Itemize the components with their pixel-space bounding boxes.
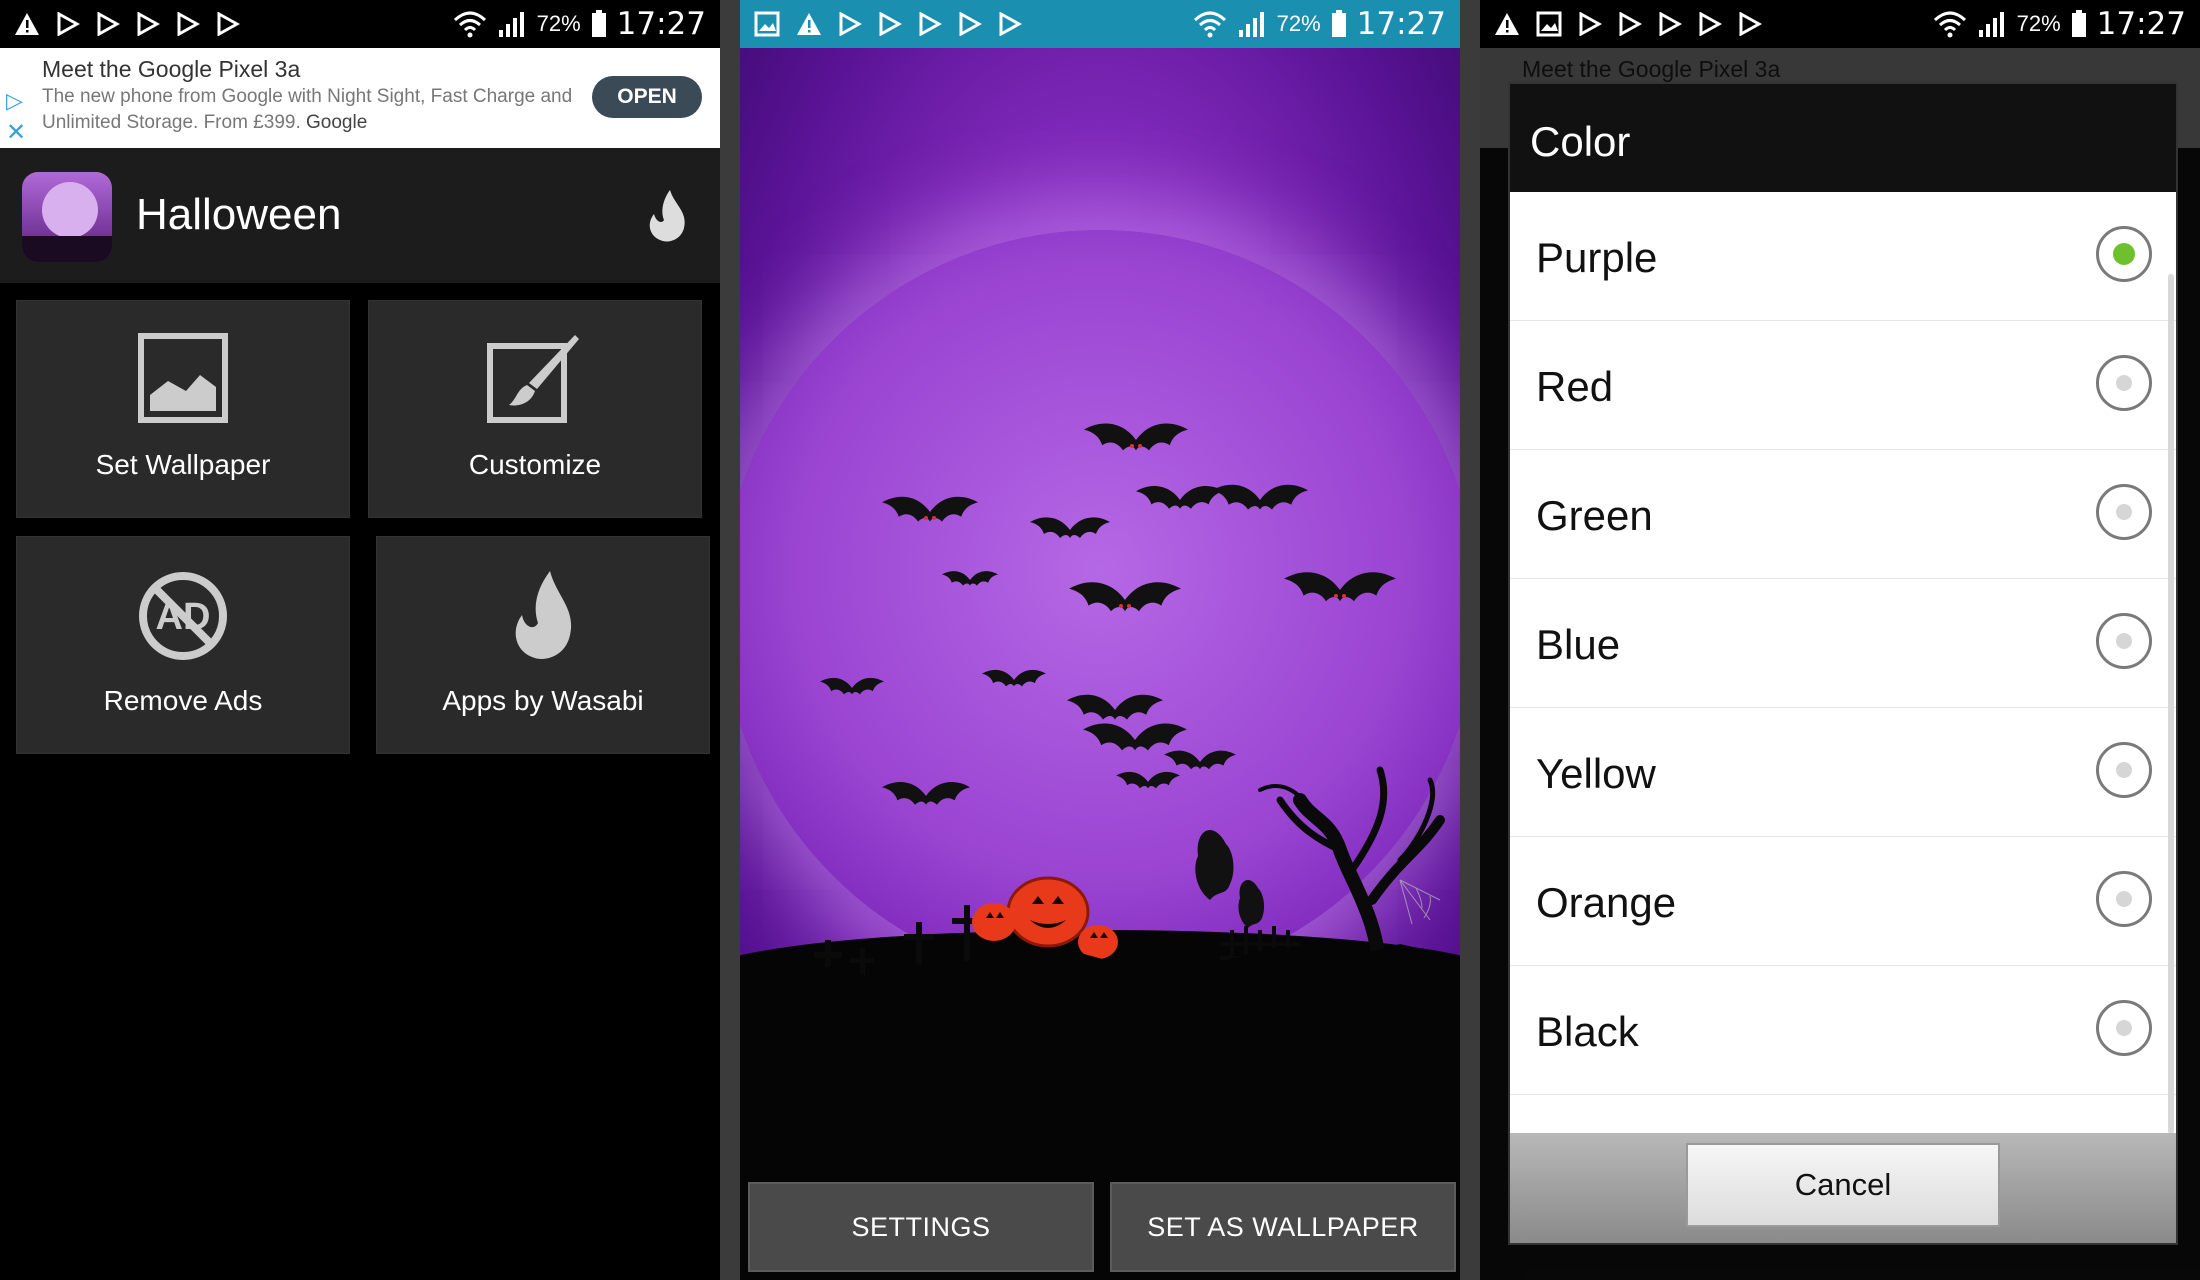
screenshot-triptych: 72% 17:27 ▷ ✕ Meet the Google Pixel 3a T… <box>0 0 2200 1280</box>
option-label: Blue <box>1536 621 1621 668</box>
color-option-green[interactable]: Green <box>1510 450 2176 579</box>
play-store-icon <box>217 12 240 36</box>
play-store-icon <box>177 12 200 36</box>
play-store-icon <box>1699 12 1722 36</box>
tile-label: Customize <box>468 449 602 480</box>
play-store-icon <box>1659 12 1682 36</box>
notification-icons <box>1494 11 1762 37</box>
play-store-icon <box>137 12 160 36</box>
wallpaper-preview-screen: 72% 17:27 SETTINGS SET AS WALLPAPER <box>740 0 1460 1280</box>
clock: 17:27 <box>616 6 706 42</box>
app-title: Halloween <box>136 190 342 239</box>
status-bar: 72% 17:27 <box>0 0 720 48</box>
option-label: Red <box>1536 363 1614 410</box>
color-option-yellow[interactable]: Yellow <box>1510 708 2176 837</box>
radio-selected-icon[interactable] <box>2096 226 2152 282</box>
status-bar: 72% 17:27 <box>1480 0 2200 48</box>
play-store-icon <box>1579 12 1602 36</box>
radio-icon[interactable] <box>2096 742 2152 798</box>
customize-tile[interactable]: Customize <box>368 300 702 518</box>
notification-icons <box>14 12 240 36</box>
tile-label: Set Wallpaper <box>95 449 271 480</box>
play-store-icon <box>97 12 120 36</box>
scrollbar[interactable] <box>2168 274 2174 1134</box>
tile-label: Remove Ads <box>103 685 263 716</box>
option-label: Black <box>1536 1008 1639 1055</box>
color-picker-screen: 72% 17:27 Meet the Google Pixel 3a Color… <box>1480 0 2200 1280</box>
battery-icon <box>591 10 606 37</box>
warning-icon <box>15 13 39 35</box>
ad-body: The new phone from Google with Night Sig… <box>42 86 573 133</box>
remove-ads-tile[interactable]: AD Remove Ads <box>16 536 350 754</box>
app-home-screen: 72% 17:27 ▷ ✕ Meet the Google Pixel 3a T… <box>0 0 720 1280</box>
apps-by-wasabi-tile[interactable]: Apps by Wasabi <box>376 536 710 754</box>
battery-percentage: 72% <box>2016 11 2061 36</box>
ad-choices-icon[interactable]: ▷ <box>6 88 23 114</box>
flame-icon[interactable] <box>644 188 690 244</box>
signal-icon <box>1978 12 2004 37</box>
battery-percentage: 72% <box>536 11 581 36</box>
picture-icon <box>138 333 228 423</box>
color-option-red[interactable]: Red <box>1510 321 2176 450</box>
graveyard-illustration <box>740 766 1460 1000</box>
radio-icon[interactable] <box>2096 1000 2152 1056</box>
color-option-orange[interactable]: Orange <box>1510 837 2176 966</box>
option-label: Orange <box>1536 879 1677 926</box>
color-dialog: Color Purple Red Green Blue Yellow Orang… <box>1508 82 2178 1245</box>
set-as-wallpaper-button[interactable]: SET AS WALLPAPER <box>1110 1182 1456 1272</box>
ad-title: Meet the Google Pixel 3a <box>42 56 301 82</box>
battery-icon <box>2071 10 2086 37</box>
option-label: Green <box>1536 492 1653 539</box>
radio-icon[interactable] <box>2096 484 2152 540</box>
flame-icon <box>515 571 572 659</box>
paintbrush-icon <box>487 335 579 423</box>
option-label: Purple <box>1536 234 1658 281</box>
image-icon <box>1536 11 1562 37</box>
play-store-icon <box>57 12 80 36</box>
play-store-icon <box>1739 12 1762 36</box>
color-option-black[interactable]: Black <box>1510 966 2176 1095</box>
close-icon[interactable]: ✕ <box>6 118 26 147</box>
color-option-purple[interactable]: Purple <box>1510 192 2176 321</box>
set-wallpaper-tile[interactable]: Set Wallpaper <box>16 300 350 518</box>
radio-icon[interactable] <box>2096 355 2152 411</box>
app-header: Halloween <box>0 148 720 283</box>
no-ads-icon: AD <box>139 572 227 660</box>
option-label: Yellow <box>1536 750 1656 797</box>
ad-brand: Google <box>306 112 368 133</box>
radio-icon[interactable] <box>2096 613 2152 669</box>
radio-icon[interactable] <box>2096 871 2152 927</box>
settings-button[interactable]: SETTINGS <box>748 1182 1094 1272</box>
color-options-list: Purple Red Green Blue Yellow Orange Blac… <box>1510 192 2176 1095</box>
wifi-icon <box>1933 11 1966 38</box>
warning-icon <box>1495 13 1519 35</box>
cancel-button[interactable]: Cancel <box>1686 1143 2000 1227</box>
clock: 17:27 <box>2096 6 2186 42</box>
app-logo <box>22 172 112 262</box>
ad-banner[interactable]: ▷ ✕ Meet the Google Pixel 3a The new pho… <box>0 48 720 148</box>
ad-open-button[interactable]: OPEN <box>592 76 702 118</box>
wifi-icon <box>453 11 486 38</box>
dialog-title: Color <box>1510 84 2176 192</box>
play-store-icon <box>1619 12 1642 36</box>
tile-label: Apps by Wasabi <box>442 685 644 716</box>
signal-icon <box>498 12 524 37</box>
dialog-footer: Cancel <box>1510 1133 2176 1243</box>
color-option-blue[interactable]: Blue <box>1510 579 2176 708</box>
